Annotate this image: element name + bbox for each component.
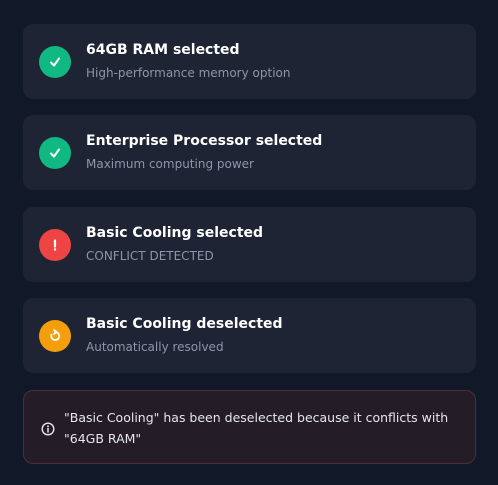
event-title: Enterprise Processor selected — [86, 133, 323, 149]
event-title: Basic Cooling selected — [86, 225, 264, 241]
refresh-icon — [39, 320, 71, 352]
event-subtitle: High-performance memory option — [86, 66, 291, 80]
notice-text: "Basic Cooling" has been deselected beca… — [64, 410, 449, 446]
exclamation-icon — [39, 229, 71, 261]
event-title: Basic Cooling deselected — [86, 316, 283, 332]
event-subtitle: CONFLICT DETECTED — [86, 249, 214, 263]
event-card-processor-selected: Enterprise Processor selected Maximum co… — [23, 115, 476, 190]
event-card-ram-selected: 64GB RAM selected High-performance memor… — [23, 24, 476, 99]
event-card-cooling-conflict: Basic Cooling selected CONFLICT DETECTED — [23, 207, 476, 282]
event-title: 64GB RAM selected — [86, 42, 240, 58]
info-icon — [41, 421, 55, 440]
event-card-cooling-deselected: Basic Cooling deselected Automatically r… — [23, 298, 476, 373]
event-subtitle: Maximum computing power — [86, 157, 254, 171]
event-subtitle: Automatically resolved — [86, 340, 224, 354]
check-icon — [39, 137, 71, 169]
check-icon — [39, 46, 71, 78]
conflict-notice: "Basic Cooling" has been deselected beca… — [23, 390, 476, 464]
